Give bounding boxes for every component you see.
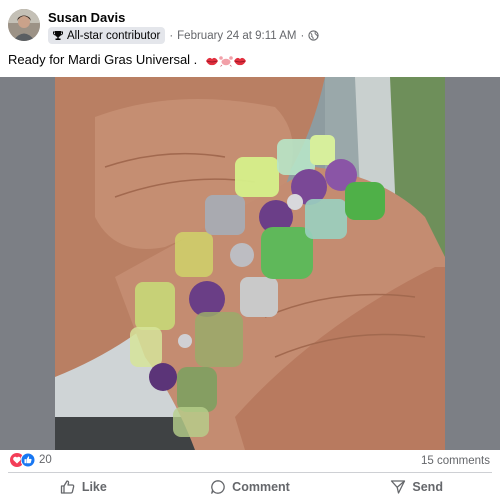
send-icon: [391, 480, 406, 494]
post-photo[interactable]: [55, 77, 445, 450]
contributor-badge[interactable]: All-star contributor: [48, 27, 166, 44]
comment-count[interactable]: 15 comments: [421, 455, 490, 467]
like-icon: [21, 453, 35, 467]
thumbs-up-icon: [60, 480, 75, 494]
post-meta: All-star contributor · February 24 at 9:…: [48, 27, 319, 44]
post-header: Susan Davis All-star contributor · Febru…: [0, 0, 500, 48]
like-label: Like: [81, 480, 107, 494]
action-bar: Like Comment Send: [0, 474, 500, 500]
send-button[interactable]: Send: [333, 474, 500, 500]
caption-text: Ready for Mardi Gras Universal .: [8, 52, 198, 67]
lips-emoji: [233, 57, 246, 65]
post-photo-container[interactable]: [0, 77, 500, 450]
divider: [8, 472, 492, 473]
engagement-bar: 20 15 comments: [0, 451, 500, 471]
separator-dot: ·: [169, 29, 174, 42]
like-button[interactable]: Like: [0, 474, 167, 500]
comment-icon: [211, 480, 225, 494]
avatar[interactable]: [8, 9, 40, 41]
reaction-count: 20: [39, 454, 52, 466]
reaction-summary[interactable]: 20: [10, 453, 52, 467]
trophy-icon: [53, 31, 63, 40]
caption-emojis: [205, 55, 247, 67]
comment-label: Comment: [232, 480, 290, 494]
crab-emoji: [219, 55, 233, 67]
author-name[interactable]: Susan Davis: [48, 10, 125, 25]
timestamp[interactable]: February 24 at 9:11 AM: [177, 30, 296, 42]
comment-button[interactable]: Comment: [167, 474, 334, 500]
globe-icon[interactable]: [308, 30, 319, 41]
post-caption: Ready for Mardi Gras Universal .: [8, 51, 247, 68]
badge-label: All-star contributor: [67, 29, 161, 42]
lips-emoji: [205, 57, 218, 65]
send-label: Send: [412, 480, 443, 494]
separator-dot: ·: [300, 29, 305, 42]
